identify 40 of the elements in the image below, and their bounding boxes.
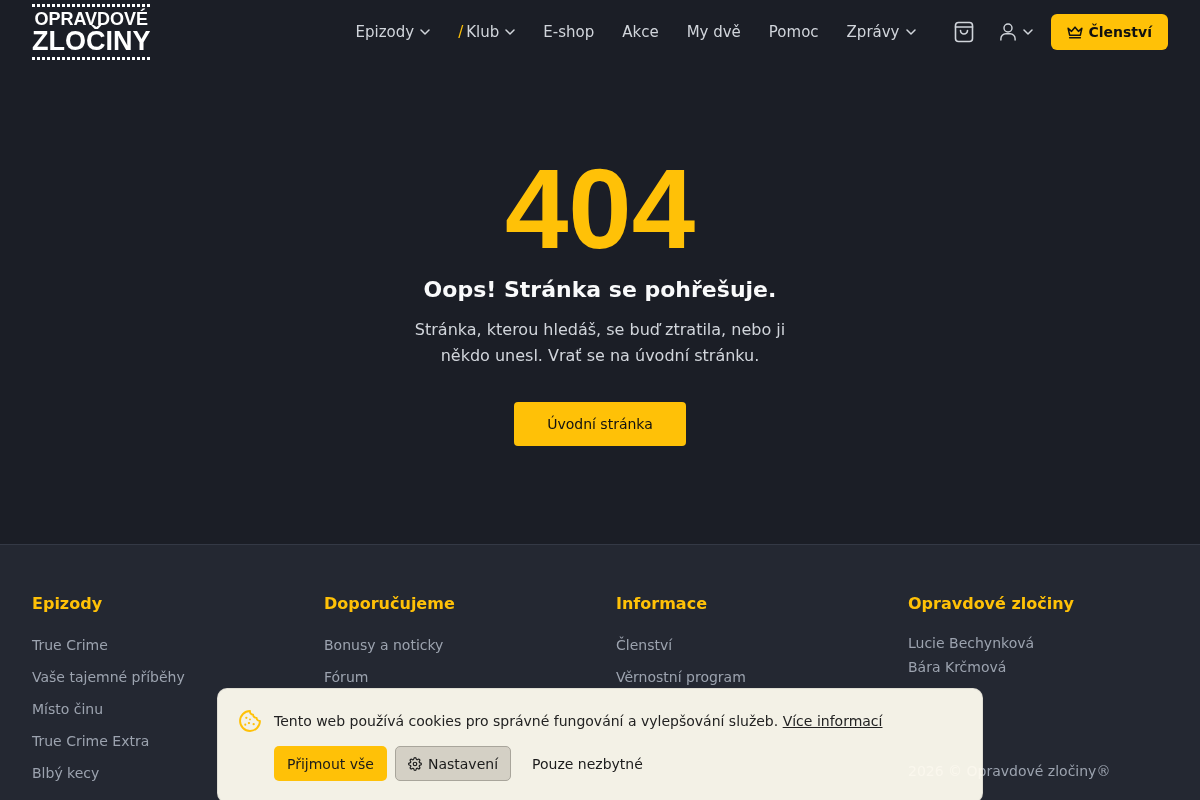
- error-title: Oops! Stránka se pohřešuje.: [423, 276, 777, 304]
- nav-link[interactable]: Akce: [622, 22, 659, 42]
- footer-heading: Epizody: [32, 593, 104, 615]
- footer-heading: Doporučujeme: [324, 593, 456, 615]
- footer-link[interactable]: Vaše tajemné příběhy: [32, 667, 185, 687]
- gear-icon: [407, 756, 422, 771]
- error-code: 404: [504, 152, 696, 266]
- cookie-notice-text: Tento web používá cookies pro správné fungování a vylepšování služeb. Více informací: [274, 712, 883, 731]
- accept-all-button[interactable]: Přijmout vše: [274, 746, 387, 781]
- footer-link[interactable]: Členství: [616, 635, 673, 655]
- home-button[interactable]: Úvodní stránka: [514, 402, 686, 446]
- cookie-icon: [239, 710, 261, 732]
- author-name: Bára Krčmová: [908, 658, 1007, 677]
- footer-heading: Opravdové zločiny: [908, 593, 1076, 615]
- author-name: Lucie Bechynková: [908, 634, 1035, 653]
- footer-link[interactable]: Místo činu: [32, 699, 104, 719]
- footer-link[interactable]: True Crime Extra: [32, 731, 150, 751]
- crown-icon: [1066, 25, 1083, 39]
- footer-link[interactable]: Fórum: [324, 667, 369, 687]
- logo[interactable]: OPRAVDOVÉ ZLOČINY: [32, 4, 151, 60]
- footer-link[interactable]: Blbý kecy: [32, 763, 100, 783]
- shopping-bag-icon[interactable]: [953, 21, 974, 43]
- footer-link[interactable]: Bonusy a noticky: [324, 635, 444, 655]
- nav-link[interactable]: / Klub: [458, 22, 516, 42]
- user-icon: [999, 23, 1016, 41]
- nav-link[interactable]: Epizody: [355, 22, 431, 42]
- footer-link[interactable]: Věrnostní program: [616, 667, 746, 687]
- nav-link[interactable]: Pomoc: [768, 22, 819, 42]
- nav-link[interactable]: Zprávy: [846, 22, 916, 42]
- necessary-only-button[interactable]: Pouze nezbytné: [519, 746, 656, 781]
- footer-heading: Informace: [616, 593, 708, 615]
- chevron-down-icon: [1022, 29, 1033, 35]
- settings-button[interactable]: Nastavení: [394, 746, 512, 781]
- error-message: Stránka, kterou hledáš, se buď ztratila, nebo ji někdo unesl. Vrať se na úvodní stránku.: [413, 319, 787, 367]
- nav-link[interactable]: My dvě: [686, 22, 741, 42]
- more-info-link[interactable]: Více informací: [782, 713, 883, 729]
- nav-link[interactable]: E-shop: [543, 22, 595, 42]
- account-menu-button[interactable]: [999, 23, 1033, 41]
- membership-button[interactable]: Členství: [1050, 14, 1168, 50]
- footer-link[interactable]: True Crime: [32, 635, 108, 655]
